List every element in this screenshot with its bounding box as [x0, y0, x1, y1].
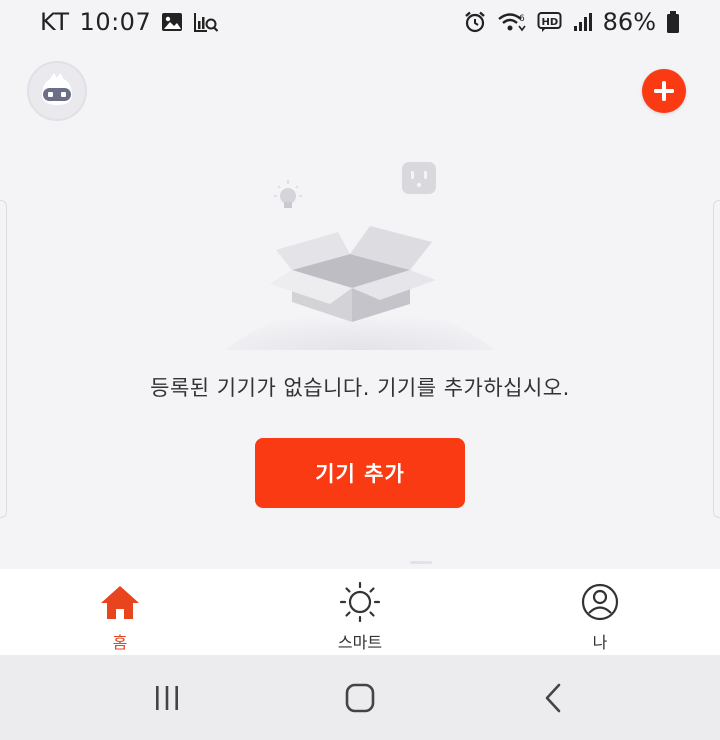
- profile-avatar[interactable]: [27, 61, 87, 121]
- app-screen: KT 10:07 6 HD 86% 등록된 기기가 없습니다. 기기를 추가하십…: [0, 0, 720, 740]
- robot-avatar-icon: [42, 73, 72, 105]
- sun-icon: [339, 581, 381, 623]
- hd-label: HD: [541, 17, 558, 28]
- empty-message: 등록된 기기가 없습니다. 기기를 추가하십시오.: [150, 376, 570, 400]
- carrier-label: KT: [40, 8, 70, 36]
- plus-icon: [654, 81, 674, 101]
- bulb-icon: [274, 180, 302, 208]
- nav-home-label: 홈: [112, 633, 128, 652]
- system-nav-bar: [0, 655, 720, 740]
- recent-apps-icon: [155, 685, 178, 710]
- prev-page-edge: [0, 200, 7, 518]
- nav-home[interactable]: 홈: [0, 569, 240, 655]
- clock: 10:07: [79, 8, 152, 36]
- back-button[interactable]: [523, 668, 583, 728]
- chart-search-icon: [193, 11, 219, 33]
- gallery-icon: [161, 12, 183, 32]
- next-page-edge: [713, 200, 720, 518]
- outlet-icon: [402, 162, 436, 194]
- battery-percent: 86%: [602, 8, 656, 36]
- alarm-icon: [463, 10, 487, 34]
- battery-icon: [666, 10, 680, 34]
- nav-smart[interactable]: 스마트: [240, 569, 480, 655]
- home-icon: [99, 581, 141, 623]
- wifi-icon: 6: [497, 11, 527, 33]
- status-left: KT 10:07: [40, 8, 219, 36]
- add-device-button[interactable]: 기기 추가: [255, 438, 465, 508]
- home-button-icon: [345, 683, 375, 712]
- status-bar: KT 10:07 6 HD 86%: [0, 0, 720, 44]
- back-icon: [546, 683, 561, 712]
- status-right: 6 HD 86%: [463, 8, 680, 36]
- recent-apps-button[interactable]: [137, 668, 197, 728]
- nav-me[interactable]: 나: [480, 569, 720, 655]
- wifi-6-label: 6: [519, 14, 525, 24]
- cell-signal-icon: [573, 12, 593, 32]
- person-icon: [579, 581, 621, 623]
- nav-smart-label: 스마트: [337, 633, 383, 652]
- bottom-nav: 홈 스마트 나: [0, 569, 720, 655]
- hd-voice-icon: HD: [537, 11, 563, 33]
- empty-box-illustration: [225, 162, 495, 350]
- nav-me-label: 나: [592, 633, 608, 652]
- page-indicator: [410, 561, 432, 564]
- home-button[interactable]: [330, 668, 390, 728]
- add-button[interactable]: [642, 69, 686, 113]
